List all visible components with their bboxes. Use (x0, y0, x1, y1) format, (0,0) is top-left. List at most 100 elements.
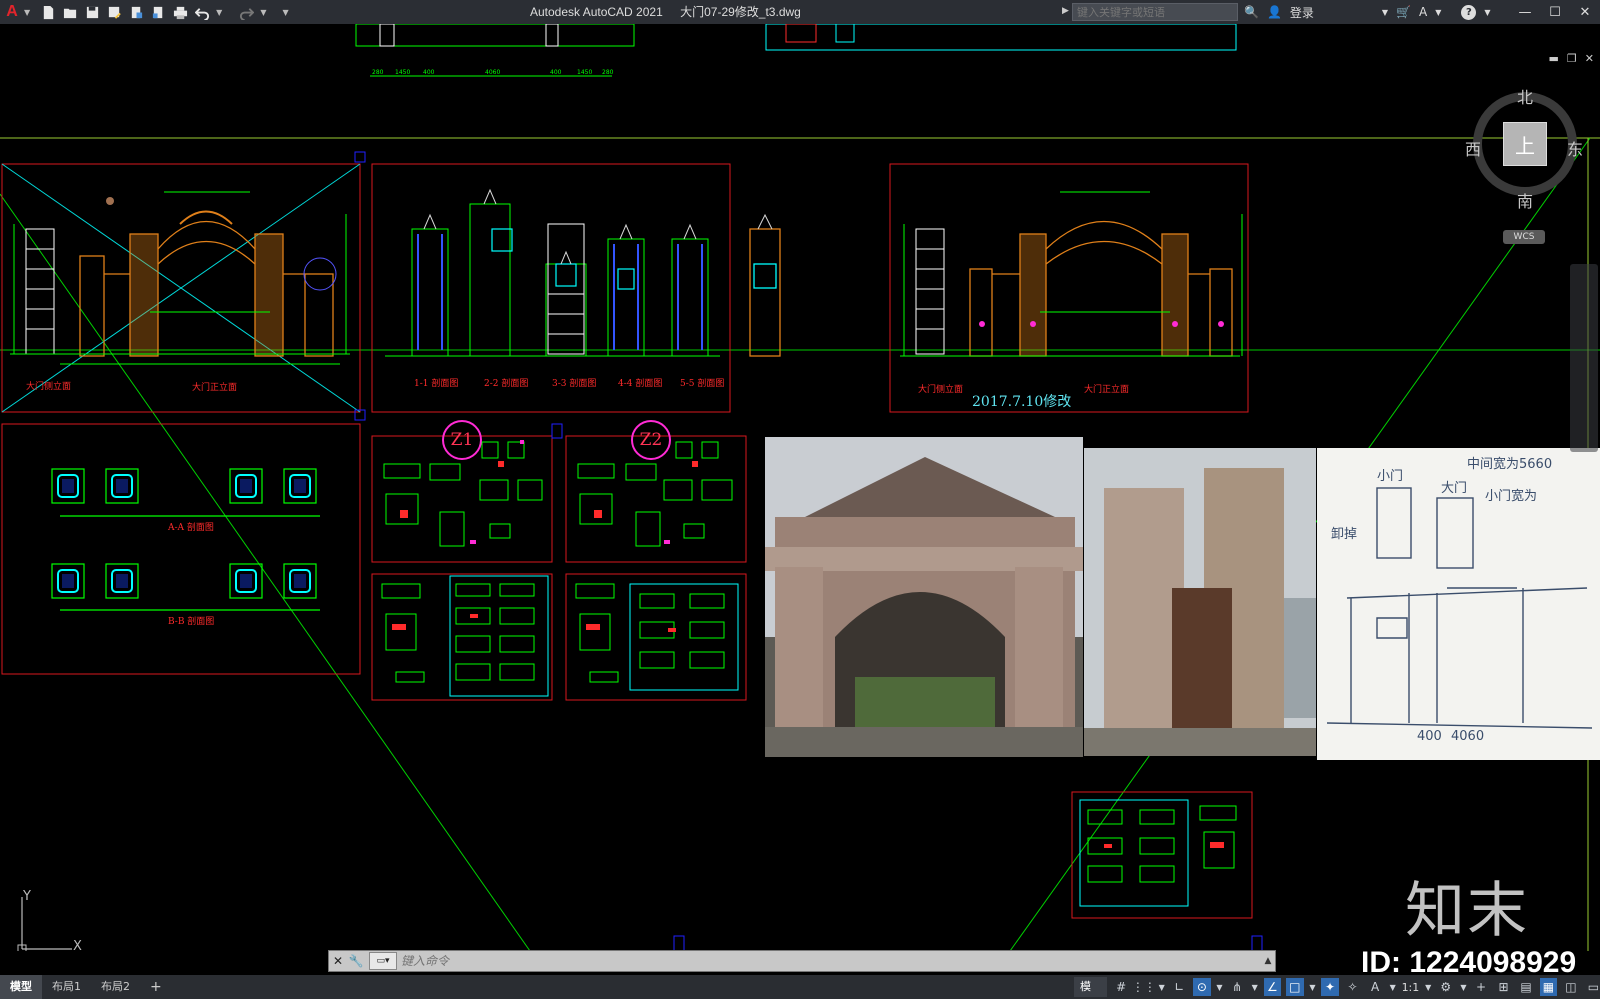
save-to-web-icon[interactable] (150, 4, 166, 20)
a360-caret-icon[interactable]: ▼ (1435, 8, 1441, 17)
isodraft-caret-icon[interactable]: ▼ (1251, 978, 1259, 996)
command-input[interactable] (401, 954, 1261, 968)
viewcube[interactable]: 上 北 南 东 西 WCS (1465, 84, 1585, 244)
redo-icon[interactable] (238, 4, 254, 20)
new-file-icon[interactable] (40, 4, 56, 20)
compass-north[interactable]: 北 (1517, 84, 1533, 108)
sketch-note-width: 中间宽为5660 (1467, 456, 1552, 472)
window-title: Autodesk AutoCAD 2021 大门07-29修改_t3.dwg (530, 0, 815, 24)
model-space-button[interactable]: 模型 (1074, 977, 1108, 997)
revision-note: 2017.7.10修改 (972, 394, 1072, 410)
label-front-elevation-right: 大门正立面 (1084, 385, 1130, 395)
isolate-objects-icon[interactable]: ◫ (1562, 978, 1579, 996)
app-menu-caret-icon[interactable]: ▼ (24, 8, 30, 17)
command-close-icon[interactable]: ✕ (329, 951, 347, 971)
title-bar: A ▼ ▼ ▼ ▼ Autodesk AutoCAD 2021 大门07-29修… (0, 0, 1600, 24)
annotation-scale-value[interactable]: 1:1 (1402, 981, 1420, 994)
polar-caret-icon[interactable]: ▼ (1216, 978, 1224, 996)
quick-properties-icon[interactable]: ▤ (1517, 978, 1534, 996)
grid-icon[interactable]: # (1112, 978, 1129, 996)
units-icon[interactable]: ⊞ (1495, 978, 1512, 996)
lock-ui-icon[interactable]: ▦ (1539, 978, 1558, 996)
minimize-icon[interactable]: — (1510, 0, 1540, 24)
redo-caret-icon[interactable]: ▼ (260, 8, 266, 17)
quick-access-toolbar: ▼ ▼ ▼ (40, 4, 298, 20)
open-from-web-icon[interactable] (128, 4, 144, 20)
maximize-icon[interactable]: ☐ (1540, 0, 1570, 24)
tab-layout1[interactable]: 布局1 (42, 975, 91, 999)
navigation-bar[interactable] (1570, 264, 1598, 452)
workspace-caret-icon[interactable]: ▼ (1460, 978, 1468, 996)
label-front-elevation-left: 大门正立面 (192, 383, 238, 393)
compass-west[interactable]: 西 (1465, 136, 1481, 160)
auto-scale-icon[interactable]: ✧ (1344, 978, 1361, 996)
label-section-2: 2-2 剖面图 (484, 379, 529, 389)
customize-qat-icon[interactable]: ▼ (282, 8, 288, 17)
drawing-canvas[interactable]: ▬ ❐ ✕ 280 1450 400 4060 400 1450 280 大门侧… (0, 24, 1600, 951)
close-icon[interactable]: ✕ (1570, 0, 1600, 24)
snap-caret-icon[interactable]: ▼ (1158, 978, 1166, 996)
application-menu-button[interactable]: A (0, 0, 24, 24)
annotation-monitor-icon[interactable]: + (1472, 978, 1489, 996)
command-line: ✕ 🔧 ▭▾ ▲ (328, 950, 1276, 972)
compass-east[interactable]: 东 (1567, 136, 1583, 160)
login-caret-icon[interactable]: ▼ (1382, 8, 1388, 17)
window-controls: — ☐ ✕ (1510, 0, 1600, 24)
search-box[interactable] (1072, 3, 1238, 21)
isodraft-icon[interactable]: ⋔ (1228, 978, 1245, 996)
svg-text:1450: 1450 (395, 69, 410, 76)
photo-gate-pillar (1084, 448, 1316, 756)
compass-south[interactable]: 南 (1517, 188, 1533, 212)
ucs-icon: Y X (15, 889, 95, 951)
snap-icon[interactable]: ⋮⋮ (1132, 978, 1156, 996)
label-section-1: 1-1 剖面图 (414, 379, 459, 389)
plot-printer-icon[interactable] (172, 4, 188, 20)
annotation-visibility-icon[interactable]: ✦ (1321, 978, 1339, 996)
svg-text:280: 280 (372, 69, 384, 76)
login-link[interactable]: 登录 (1290, 4, 1314, 21)
ortho-icon[interactable]: ∟ (1171, 978, 1188, 996)
label-section-4: 4-4 剖面图 (618, 379, 663, 389)
sketch-note-door-b: 大门 (1441, 481, 1467, 496)
ucs-y-label: Y (23, 889, 31, 904)
search-icon[interactable]: 🔍 (1244, 5, 1259, 19)
viewcube-top-face[interactable]: 上 (1503, 122, 1547, 166)
tab-model[interactable]: 模型 (0, 975, 42, 999)
user-icon[interactable]: 👤 (1267, 5, 1282, 19)
sketch-note-door-a: 小门 (1377, 469, 1403, 484)
annotation-scale-icon[interactable]: A (1366, 978, 1383, 996)
workspace-gear-icon[interactable]: ⚙ (1437, 978, 1454, 996)
object-snap-tracking-icon[interactable]: ∠ (1263, 978, 1282, 996)
polar-tracking-icon[interactable]: ⊙ (1193, 978, 1211, 996)
cart-icon[interactable]: 🛒 (1396, 5, 1411, 19)
watermark-logo: 知末 (1405, 876, 1529, 946)
search-expand-icon[interactable]: ▶ (1062, 6, 1069, 16)
svg-text:4060: 4060 (485, 69, 500, 76)
add-layout-tab[interactable]: + (140, 975, 172, 999)
file-name: 大门07-29修改_t3.dwg (680, 5, 801, 19)
annotation-scale-caret-icon[interactable]: ▼ (1389, 978, 1397, 996)
wcs-menu[interactable]: WCS (1503, 230, 1545, 244)
svg-text:400: 400 (423, 69, 435, 76)
autodesk-a360-icon[interactable]: A (1419, 5, 1427, 19)
undo-icon[interactable] (194, 4, 210, 20)
sketch-note-small-door: 小门宽为 (1485, 488, 1537, 504)
status-bar: 模型 布局1 布局2 + 模型 # ⋮⋮ ▼ ∟ ⊙ ▼ ⋔ ▼ ∠ □ ▼ ✦… (0, 975, 1600, 999)
help-icon[interactable]: ? (1461, 4, 1477, 20)
undo-caret-icon[interactable]: ▼ (216, 8, 222, 17)
open-folder-icon[interactable] (62, 4, 78, 20)
clean-screen-icon[interactable]: ▭ (1585, 978, 1600, 996)
search-input[interactable] (1073, 5, 1237, 19)
save-as-icon[interactable] (106, 4, 122, 20)
save-icon[interactable] (84, 4, 100, 20)
recent-commands-dropdown[interactable]: ▭▾ (369, 952, 397, 970)
scale-caret-icon[interactable]: ▼ (1424, 978, 1432, 996)
command-history-icon[interactable]: ▲ (1261, 956, 1275, 966)
osnap-caret-icon[interactable]: ▼ (1309, 978, 1317, 996)
label-section-3: 3-3 剖面图 (552, 379, 597, 389)
command-customize-icon[interactable]: 🔧 (347, 951, 365, 971)
svg-text:400: 400 (550, 69, 562, 76)
tab-layout2[interactable]: 布局2 (91, 975, 140, 999)
help-caret-icon[interactable]: ▼ (1484, 8, 1490, 17)
object-snap-icon[interactable]: □ (1286, 978, 1304, 996)
